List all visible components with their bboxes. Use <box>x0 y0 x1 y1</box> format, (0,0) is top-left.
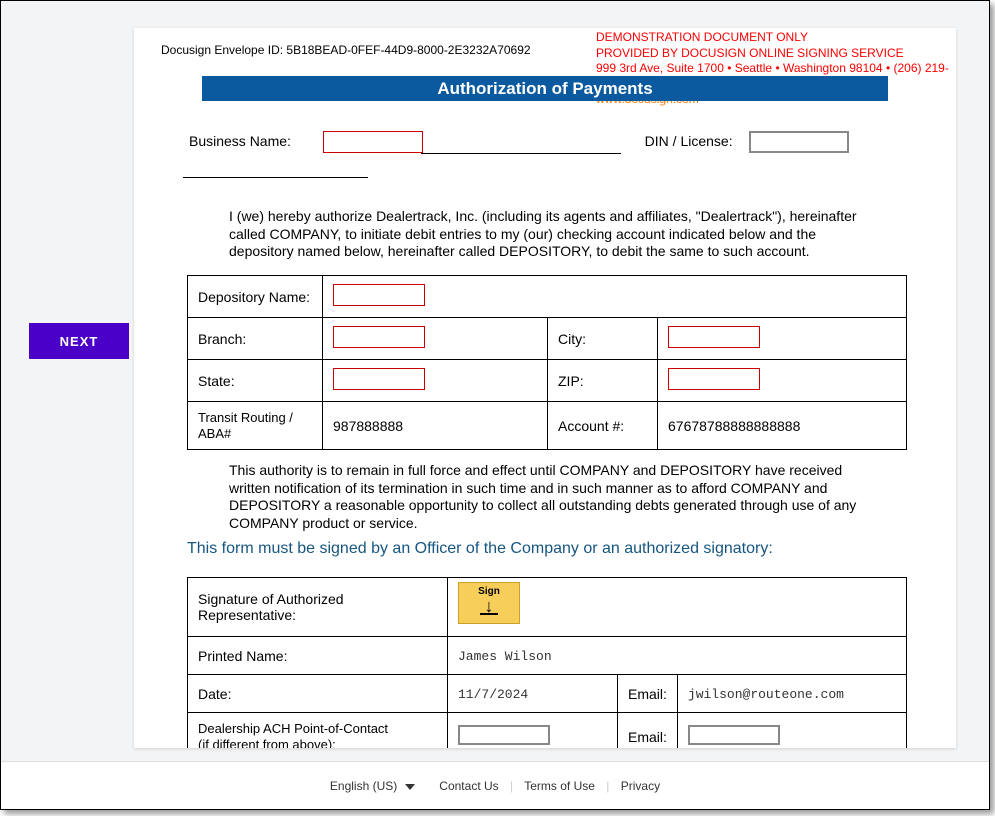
ach-email-input[interactable] <box>688 725 780 745</box>
state-input[interactable] <box>333 368 425 390</box>
routing-value: 987888888 <box>323 402 548 450</box>
paragraph-authorization: I (we) hereby authorize Dealertrack, Inc… <box>229 208 869 261</box>
din-label: DIN / License: <box>645 133 745 149</box>
depository-table: Depository Name: Branch: City: State: ZI… <box>187 275 907 450</box>
paragraph-authority: This authority is to remain in full forc… <box>229 462 869 532</box>
branch-input[interactable] <box>333 326 425 348</box>
zip-input[interactable] <box>668 368 760 390</box>
date-label: Date: <box>188 675 448 713</box>
city-input[interactable] <box>668 326 760 348</box>
sign-arrow-icon: ↓ <box>459 599 519 613</box>
printed-name-label: Printed Name: <box>188 637 448 675</box>
business-name-underline <box>421 130 621 154</box>
ach-poc-label: Dealership ACH Point-of-Contact (if diff… <box>188 713 448 749</box>
depository-name-label: Depository Name: <box>188 276 323 318</box>
envelope-id: Docusign Envelope ID: 5B18BEAD-0FEF-44D9… <box>161 43 531 57</box>
footer: English (US) Contact Us | Terms of Use |… <box>1 761 989 809</box>
email-value: jwilson@routeone.com <box>688 687 844 702</box>
business-name-input[interactable] <box>323 131 423 153</box>
footer-contact-link[interactable]: Contact Us <box>439 779 498 793</box>
date-value: 11/7/2024 <box>458 687 528 702</box>
sign-here-tab[interactable]: Sign ↓ <box>458 582 520 624</box>
printed-name-value: James Wilson <box>458 649 552 664</box>
document-page: Docusign Envelope ID: 5B18BEAD-0FEF-44D9… <box>134 28 956 748</box>
branch-label: Branch: <box>188 318 323 360</box>
sign-instruction: This form must be signed by an Officer o… <box>187 540 773 558</box>
language-selector[interactable]: English (US) <box>330 779 418 793</box>
routing-label: Transit Routing / ABA# <box>188 402 323 450</box>
ach-poc-input[interactable] <box>458 725 550 745</box>
city-label: City: <box>548 318 658 360</box>
zip-label: ZIP: <box>548 360 658 402</box>
signature-table: Signature of Authorized Representative: … <box>187 577 907 748</box>
footer-sep2: | <box>606 779 609 793</box>
ach-poc-l1: Dealership ACH Point-of-Contact <box>198 721 388 736</box>
sig-rep-label: Signature of Authorized Representative: <box>188 578 448 637</box>
din-input[interactable] <box>749 131 849 153</box>
footer-privacy-link[interactable]: Privacy <box>621 779 660 793</box>
email2-label: Email: <box>618 713 678 749</box>
chevron-down-icon <box>405 784 415 790</box>
account-value: 67678788888888888 <box>658 402 907 450</box>
state-label: State: <box>188 360 323 402</box>
demo-line1: DEMONSTRATION DOCUMENT ONLY <box>596 30 956 46</box>
business-name-label: Business Name: <box>189 133 319 149</box>
page-title: Authorization of Payments <box>202 76 888 101</box>
din-underline <box>183 154 368 178</box>
email-label: Email: <box>618 675 678 713</box>
language-label: English (US) <box>330 779 397 793</box>
ach-poc-l2: (if different from above): <box>198 737 336 748</box>
footer-terms-link[interactable]: Terms of Use <box>524 779 595 793</box>
demo-line2: PROVIDED BY DOCUSIGN ONLINE SIGNING SERV… <box>596 46 956 62</box>
business-row: Business Name: DIN / License: <box>189 130 909 178</box>
account-label: Account #: <box>548 402 658 450</box>
footer-sep1: | <box>510 779 513 793</box>
next-button[interactable]: NEXT <box>29 323 129 359</box>
depository-name-input[interactable] <box>333 284 425 306</box>
